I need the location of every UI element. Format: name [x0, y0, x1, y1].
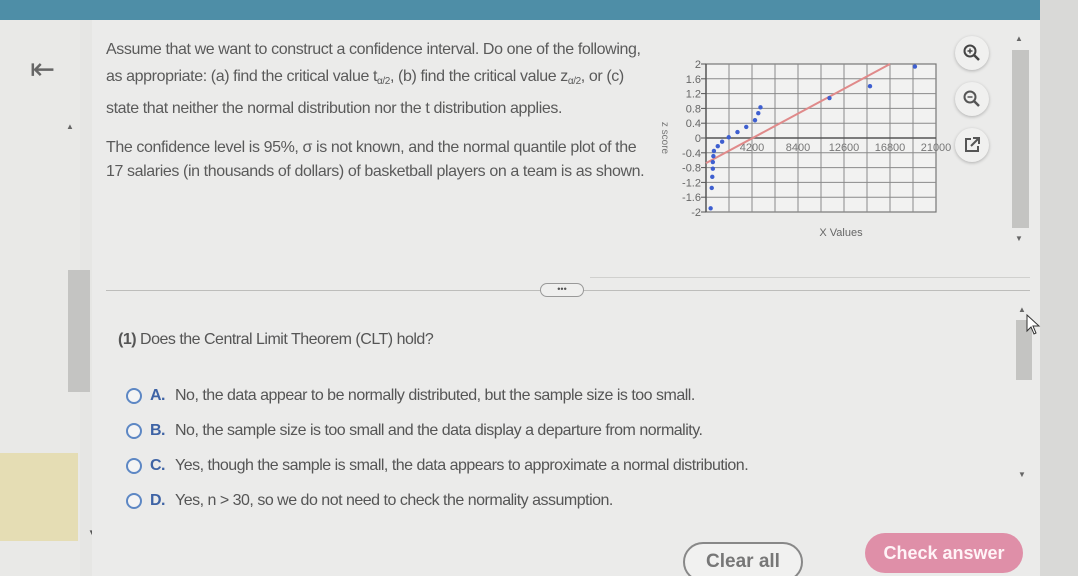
x-tick-label: 16800 — [875, 142, 906, 154]
x-axis-label: X Values — [819, 227, 863, 239]
scrollbar-thumb[interactable] — [1012, 50, 1029, 228]
y-tick-label: -1.6 — [682, 192, 701, 204]
option-letter: A. — [150, 386, 166, 404]
y-tick-label: 1.2 — [686, 89, 701, 101]
zoom-in-icon — [963, 44, 980, 61]
radio-button[interactable] — [126, 492, 142, 509]
data-point — [710, 166, 716, 171]
option-letter: B. — [150, 421, 166, 439]
option-text: No, the sample size is too small and the… — [175, 421, 703, 439]
scroll-down-arrow-icon[interactable]: ▼ — [1015, 234, 1023, 243]
data-point — [719, 139, 725, 144]
y-tick-label: 0 — [695, 133, 701, 145]
x-tick-label: 21000 — [921, 142, 952, 154]
data-point — [711, 148, 717, 154]
left-scrollbar-thumb[interactable] — [68, 270, 90, 392]
zoom-out-icon — [963, 90, 980, 107]
top-right-scrollbar[interactable]: ▲ ▼ — [1010, 28, 1030, 258]
scroll-up-arrow-icon[interactable]: ▲ — [1018, 305, 1026, 314]
option-b[interactable]: B. No, the sample size is too small and … — [126, 413, 748, 448]
x-tick-label: 8400 — [786, 142, 810, 154]
y-tick-label: 1.6 — [686, 74, 701, 86]
part-number: (1) — [118, 331, 137, 348]
data-point — [735, 129, 740, 135]
option-text: Yes, n > 30, so we do not need to check … — [175, 491, 613, 509]
option-c[interactable]: C. Yes, though the sample is small, the … — [126, 448, 749, 483]
question-instructions: Assume that we want to construct a confi… — [106, 36, 656, 122]
question-scenario: The confidence level is 95%, σ is not kn… — [106, 139, 645, 180]
data-point — [709, 185, 714, 191]
app-header-bar — [0, 0, 1040, 20]
y-tick-label: 2 — [695, 59, 701, 71]
option-d[interactable]: D. Yes, n > 30, so we do not need to che… — [126, 483, 748, 518]
option-text: Yes, though the sample is small, the dat… — [175, 456, 749, 474]
option-a[interactable]: A. No, the data appear to be normally di… — [126, 378, 748, 413]
data-point — [726, 135, 731, 140]
data-point — [710, 159, 716, 165]
x-tick-label: 12600 — [829, 142, 860, 154]
radio-button[interactable] — [126, 457, 142, 474]
data-point — [711, 153, 716, 159]
scroll-up-arrow-icon[interactable]: ▲ — [66, 122, 74, 131]
instructions-part2: , (b) find the critical value z — [389, 68, 568, 85]
z-subscript: α/2 — [567, 76, 581, 87]
data-point — [715, 143, 720, 149]
y-tick-label: -2 — [691, 207, 701, 219]
y-tick-label: -0.8 — [682, 163, 701, 175]
option-text: No, the data appear to be normally distr… — [175, 386, 695, 404]
data-point — [744, 124, 749, 130]
popout-button[interactable] — [955, 128, 989, 162]
highlighted-side-tab[interactable] — [0, 453, 78, 541]
y-tick-label: -1.2 — [682, 177, 701, 189]
y-tick-label: 0.4 — [686, 118, 701, 130]
clear-all-button[interactable]: Clear all — [683, 542, 803, 576]
data-point — [758, 105, 763, 110]
collapse-left-arrow-icon[interactable]: ⇤ — [30, 52, 55, 87]
scroll-up-arrow-icon[interactable]: ▲ — [1015, 34, 1023, 43]
part1-prompt: (1) Does the Central Limit Theorem (CLT)… — [118, 331, 434, 349]
zoom-out-button[interactable] — [955, 82, 989, 116]
y-tick-label: 0.8 — [686, 103, 701, 115]
normal-quantile-plot: 2 1.6 1.2 0.8 0.4 0 -0.4 -0.8 -1.2 -1.6 -2 4200 8400… — [644, 52, 954, 252]
y-tick-label: -0.4 — [682, 148, 701, 160]
data-point — [912, 64, 918, 69]
quantile-plot-svg: 21.61.20.80.40-0.4-0.8-1.2-1.6-24200 8400… — [659, 59, 952, 239]
data-point — [867, 84, 873, 89]
data-point — [710, 174, 715, 180]
divider — [590, 277, 1030, 278]
zoom-in-button[interactable] — [955, 36, 989, 70]
radio-button[interactable] — [126, 387, 142, 404]
data-point — [827, 95, 832, 101]
question-text: Assume that we want to construct a confi… — [106, 36, 656, 194]
y-axis-label: z score — [659, 122, 670, 155]
part-prompt-text: Does the Central Limit Theorem (CLT) hol… — [140, 331, 434, 348]
mouse-cursor-icon — [1026, 314, 1041, 335]
option-letter: C. — [150, 456, 166, 474]
answer-options: A. No, the data appear to be normally di… — [126, 378, 749, 518]
t-subscript: α/2 — [377, 76, 390, 87]
expand-more-button[interactable]: ••• — [540, 283, 584, 297]
window-edge — [1040, 0, 1078, 576]
radio-button[interactable] — [126, 422, 142, 439]
scroll-down-arrow-icon[interactable]: ▼ — [1018, 470, 1026, 479]
popout-icon — [965, 137, 980, 152]
data-point — [756, 111, 761, 116]
data-point — [708, 206, 713, 211]
data-point — [752, 118, 758, 123]
check-answer-button[interactable]: Check answer — [865, 533, 1023, 573]
option-letter: D. — [150, 491, 166, 509]
